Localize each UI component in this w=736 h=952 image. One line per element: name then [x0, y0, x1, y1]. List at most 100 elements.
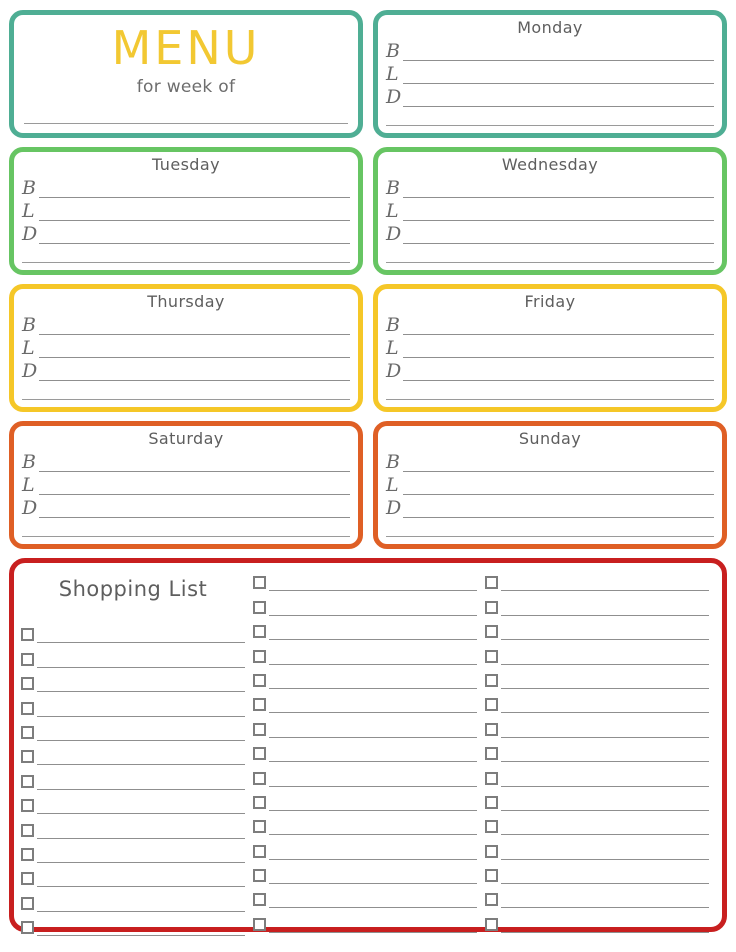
- checkbox-icon[interactable]: [21, 652, 34, 666]
- shopping-item-input-line[interactable]: [269, 687, 477, 689]
- shopping-item-input-line[interactable]: [269, 785, 477, 787]
- shopping-item-input-line[interactable]: [269, 712, 477, 714]
- checkbox-icon[interactable]: [253, 820, 266, 834]
- shopping-item-input-line[interactable]: [269, 736, 477, 738]
- shopping-item-input-line[interactable]: [37, 739, 245, 741]
- checkbox-icon[interactable]: [253, 844, 266, 858]
- shopping-item-input-line[interactable]: [269, 834, 477, 836]
- checkbox-icon[interactable]: [485, 893, 498, 907]
- shopping-item-input-line[interactable]: [37, 837, 245, 839]
- checkbox-icon[interactable]: [485, 698, 498, 712]
- meal-input-line[interactable]: [403, 197, 714, 199]
- checkbox-icon[interactable]: [21, 750, 34, 764]
- checkbox-icon[interactable]: [253, 747, 266, 761]
- shopping-item-input-line[interactable]: [269, 858, 477, 860]
- shopping-item-input-line[interactable]: [501, 834, 709, 836]
- shopping-item-input-line[interactable]: [37, 935, 245, 937]
- shopping-item-input-line[interactable]: [37, 861, 245, 863]
- checkbox-icon[interactable]: [21, 896, 34, 910]
- shopping-item-input-line[interactable]: [37, 764, 245, 766]
- checkbox-icon[interactable]: [253, 673, 266, 687]
- shopping-item-input-line[interactable]: [501, 614, 709, 616]
- checkbox-icon[interactable]: [485, 795, 498, 809]
- checkbox-icon[interactable]: [485, 576, 498, 590]
- shopping-item-input-line[interactable]: [501, 761, 709, 763]
- shopping-item-input-line[interactable]: [269, 761, 477, 763]
- shopping-item-input-line[interactable]: [37, 813, 245, 815]
- meal-input-line[interactable]: [39, 494, 350, 496]
- meal-input-line[interactable]: [403, 471, 714, 473]
- meal-input-line[interactable]: [403, 106, 714, 108]
- checkbox-icon[interactable]: [21, 847, 34, 861]
- shopping-item-input-line[interactable]: [37, 715, 245, 717]
- shopping-item-input-line[interactable]: [37, 642, 245, 644]
- checkbox-icon[interactable]: [21, 628, 34, 642]
- shopping-item-input-line[interactable]: [269, 809, 477, 811]
- meal-input-line[interactable]: [403, 517, 714, 519]
- shopping-item-input-line[interactable]: [37, 886, 245, 888]
- checkbox-icon[interactable]: [253, 771, 266, 785]
- notes-input-line[interactable]: [22, 262, 350, 263]
- checkbox-icon[interactable]: [253, 869, 266, 883]
- checkbox-icon[interactable]: [253, 649, 266, 663]
- checkbox-icon[interactable]: [253, 600, 266, 614]
- notes-input-line[interactable]: [386, 536, 714, 537]
- notes-input-line[interactable]: [22, 536, 350, 537]
- shopping-item-input-line[interactable]: [269, 883, 477, 885]
- checkbox-icon[interactable]: [485, 747, 498, 761]
- checkbox-icon[interactable]: [21, 725, 34, 739]
- meal-input-line[interactable]: [39, 471, 350, 473]
- checkbox-icon[interactable]: [485, 649, 498, 663]
- shopping-item-input-line[interactable]: [501, 785, 709, 787]
- checkbox-icon[interactable]: [21, 677, 34, 691]
- checkbox-icon[interactable]: [21, 799, 34, 813]
- notes-input-line[interactable]: [386, 262, 714, 263]
- shopping-item-input-line[interactable]: [501, 639, 709, 641]
- meal-input-line[interactable]: [403, 334, 714, 336]
- notes-input-line[interactable]: [386, 125, 714, 126]
- shopping-item-input-line[interactable]: [269, 907, 477, 909]
- checkbox-icon[interactable]: [485, 869, 498, 883]
- week-of-input-line[interactable]: [24, 123, 348, 124]
- shopping-item-input-line[interactable]: [501, 712, 709, 714]
- checkbox-icon[interactable]: [21, 823, 34, 837]
- shopping-item-input-line[interactable]: [501, 931, 709, 933]
- checkbox-icon[interactable]: [485, 917, 498, 931]
- checkbox-icon[interactable]: [485, 600, 498, 614]
- shopping-item-input-line[interactable]: [37, 691, 245, 693]
- checkbox-icon[interactable]: [485, 673, 498, 687]
- meal-input-line[interactable]: [403, 380, 714, 382]
- meal-input-line[interactable]: [39, 380, 350, 382]
- checkbox-icon[interactable]: [21, 872, 34, 886]
- shopping-item-input-line[interactable]: [269, 639, 477, 641]
- notes-input-line[interactable]: [22, 399, 350, 400]
- checkbox-icon[interactable]: [253, 893, 266, 907]
- shopping-item-input-line[interactable]: [501, 687, 709, 689]
- checkbox-icon[interactable]: [485, 771, 498, 785]
- meal-input-line[interactable]: [403, 494, 714, 496]
- checkbox-icon[interactable]: [21, 701, 34, 715]
- shopping-item-input-line[interactable]: [269, 931, 477, 933]
- meal-input-line[interactable]: [403, 60, 714, 62]
- meal-input-line[interactable]: [39, 243, 350, 245]
- checkbox-icon[interactable]: [485, 844, 498, 858]
- shopping-item-input-line[interactable]: [269, 614, 477, 616]
- shopping-item-input-line[interactable]: [501, 663, 709, 665]
- meal-input-line[interactable]: [39, 517, 350, 519]
- shopping-item-input-line[interactable]: [269, 663, 477, 665]
- checkbox-icon[interactable]: [253, 722, 266, 736]
- shopping-item-input-line[interactable]: [501, 736, 709, 738]
- checkbox-icon[interactable]: [21, 921, 34, 935]
- shopping-item-input-line[interactable]: [501, 809, 709, 811]
- shopping-item-input-line[interactable]: [501, 590, 709, 592]
- shopping-item-input-line[interactable]: [501, 907, 709, 909]
- checkbox-icon[interactable]: [485, 820, 498, 834]
- meal-input-line[interactable]: [403, 357, 714, 359]
- checkbox-icon[interactable]: [21, 774, 34, 788]
- shopping-item-input-line[interactable]: [269, 590, 477, 592]
- checkbox-icon[interactable]: [253, 698, 266, 712]
- meal-input-line[interactable]: [39, 197, 350, 199]
- shopping-item-input-line[interactable]: [501, 858, 709, 860]
- checkbox-icon[interactable]: [253, 917, 266, 931]
- shopping-item-input-line[interactable]: [37, 910, 245, 912]
